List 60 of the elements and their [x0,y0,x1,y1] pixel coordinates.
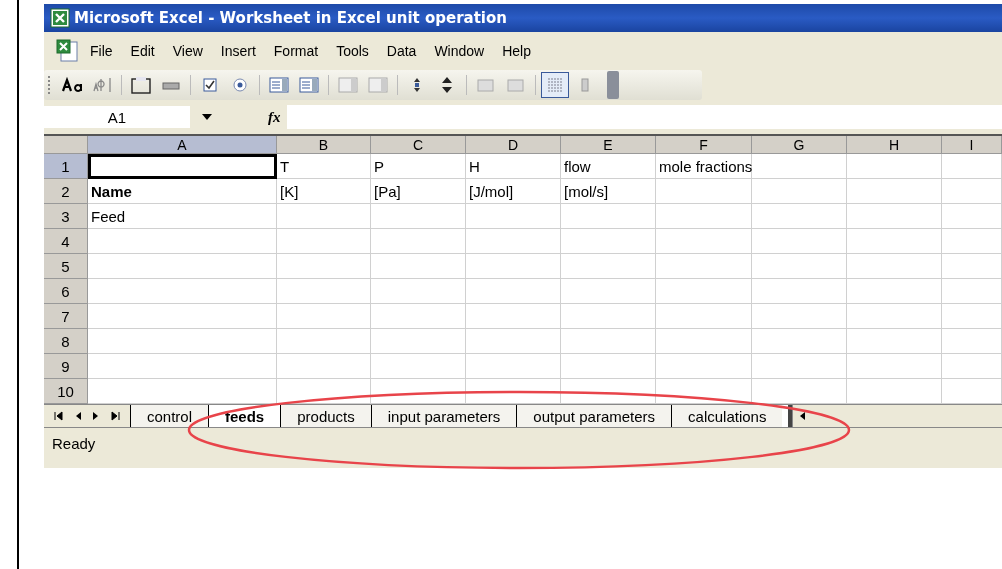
column-header[interactable]: D [466,136,561,154]
name-box[interactable]: A1 [44,106,190,128]
column-header[interactable]: G [752,136,847,154]
column-header[interactable]: F [656,136,752,154]
toolbar-options-icon[interactable] [607,71,619,99]
insert-function-button[interactable]: fx [262,108,287,126]
menu-item[interactable]: File [82,41,121,61]
table-cell[interactable]: P [371,154,466,179]
table-cell[interactable]: Feed [88,204,277,229]
column-header[interactable]: H [847,136,942,154]
menu-item[interactable]: Insert [212,41,264,61]
sheet-tab[interactable]: input parameters [370,405,517,427]
select-all-button[interactable] [44,136,88,154]
row-header[interactable]: 6 [44,279,88,304]
row-header[interactable]: 8 [44,329,88,354]
sheet-tab[interactable]: output parameters [516,405,672,427]
table-cell[interactable]: [mol/s] [561,179,656,204]
horizontal-scrollbar[interactable] [792,405,1002,427]
last-sheet-icon[interactable] [110,411,121,421]
menu-item[interactable]: View [164,41,211,61]
table-cell[interactable] [88,154,277,179]
menu-item[interactable]: Format [265,41,327,61]
row-header[interactable]: 2 [44,179,88,204]
row-header[interactable]: 9 [44,354,88,379]
column-header[interactable]: C [371,136,466,154]
sheet-tab[interactable]: control [130,405,209,427]
column-header[interactable]: I [942,136,1002,154]
table-cell[interactable]: [K] [277,179,371,204]
table-cell[interactable]: mole fractions [656,154,752,179]
menu-item[interactable]: Tools [328,41,377,61]
document-icon[interactable] [54,39,80,63]
formula-field[interactable] [286,105,1002,129]
row-header[interactable]: 4 [44,229,88,254]
column-header[interactable]: B [277,136,371,154]
menu-item[interactable]: Window [426,41,493,61]
row-header[interactable]: 10 [44,379,88,404]
sheet-tab[interactable]: products [280,405,371,427]
row-header[interactable]: 7 [44,304,88,329]
spreadsheet-icon [50,8,70,28]
menu-item[interactable]: Data [378,41,425,61]
status-text: Ready [51,434,97,452]
row-header[interactable]: 1 [44,154,88,179]
table-cell[interactable]: T [277,154,371,179]
menu-item[interactable]: Help [494,41,539,61]
table-cell[interactable]: Name [88,179,277,204]
sheet-tab[interactable]: calculations [671,405,783,427]
scroll-left-icon[interactable] [798,411,807,421]
grid-tool-icon[interactable] [541,72,569,98]
menu-item[interactable]: Edit [122,41,163,61]
table-cell[interactable]: [Pa] [371,179,466,204]
table-cell[interactable]: H [466,154,561,179]
row-header[interactable]: 3 [44,204,88,229]
dropdown-icon[interactable] [200,112,214,122]
table-cell[interactable]: [J/mol] [466,179,561,204]
window-title: Microsoft Excel - Worksheet in Excel unit operation [74,9,507,27]
first-sheet-icon[interactable] [53,411,64,421]
row-header[interactable]: 5 [44,254,88,279]
table-cell[interactable]: flow [561,154,656,179]
column-header[interactable]: A [88,136,277,154]
column-header[interactable]: E [561,136,656,154]
